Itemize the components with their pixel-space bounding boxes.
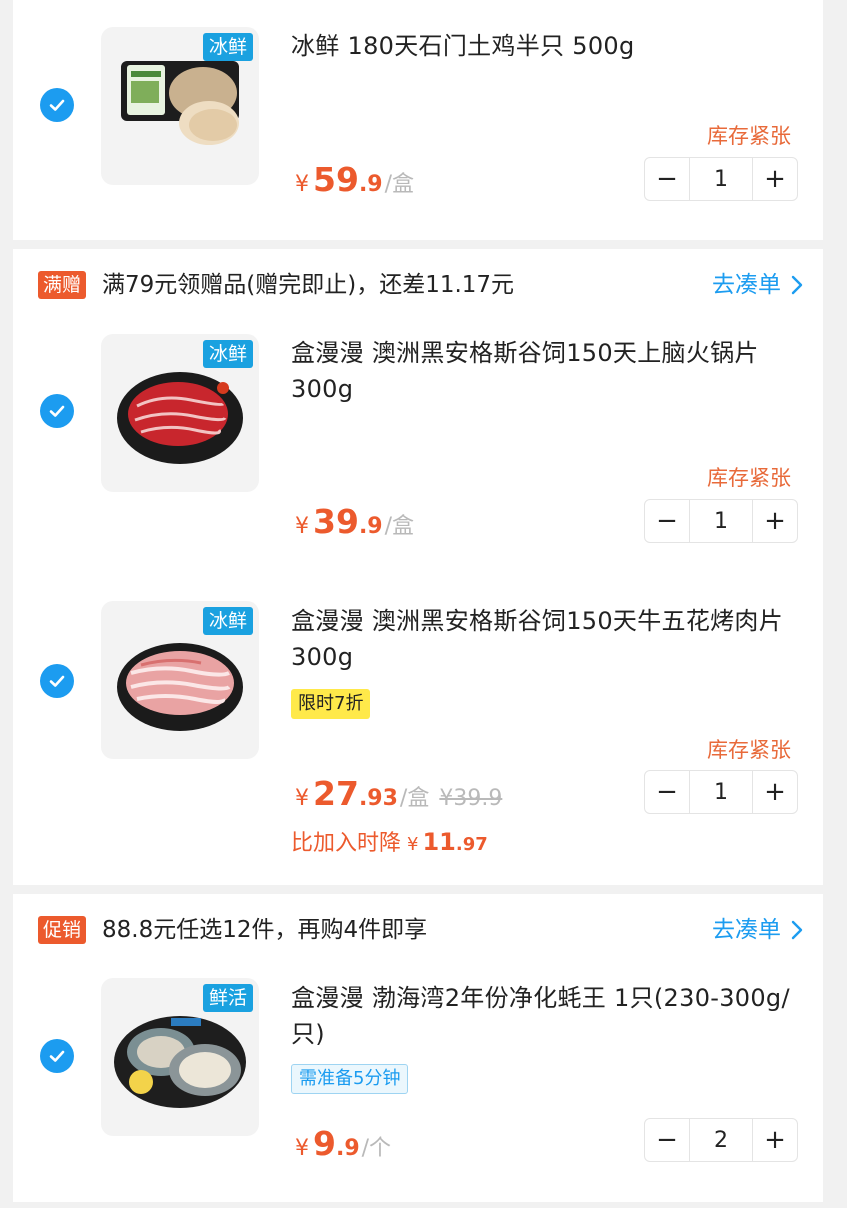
product-image-beef-hotpot[interactable]: 冰鲜 [101,334,259,492]
promo-row-bundle: 促销 88.8元任选12件，再购4件即享 去凑单 [13,910,823,950]
item-checkbox[interactable] [40,664,74,698]
discount-badge: 限时7折 [291,689,371,719]
item-checkbox[interactable] [40,394,74,428]
increase-button[interactable]: + [753,771,797,813]
quantity-value[interactable]: 1 [689,771,753,813]
product-image-chicken[interactable]: 冰鲜 [101,27,259,185]
check-icon [49,405,65,417]
price-unit: /盒 [384,172,415,197]
decrease-button[interactable]: − [645,1119,689,1161]
product-title[interactable]: 冰鲜 180天石门土鸡半只 500g [291,28,816,64]
quantity-value[interactable]: 1 [689,158,753,200]
add-more-link[interactable]: 去凑单 [712,914,803,946]
price: ¥ 9 .9 /个 [295,1124,391,1163]
stock-warning: 库存紧张 [707,124,791,148]
chevron-right-icon [791,275,803,295]
add-more-label: 去凑单 [712,917,781,943]
fresh-tag: 冰鲜 [202,33,253,61]
currency-symbol: ¥ [295,1136,309,1161]
promo-badge: 满赠 [38,271,87,299]
quantity-stepper: − 1 + [644,499,798,543]
decrease-button[interactable]: − [645,158,689,200]
price-drop-label: 比加入时降 [291,831,402,856]
fresh-tag: 鲜活 [202,984,253,1012]
product-image-oyster[interactable]: 鲜活 [101,978,259,1136]
cart-card-2: 满赠 满79元领赠品(赠完即止)，还差11.17元 去凑单 冰鲜 盒漫漫 澳洲黑… [13,249,823,885]
prep-time-badge: 需准备5分钟 [291,1064,409,1094]
price-drop-integer: 11 [422,828,456,856]
price-integer: 27 [313,774,359,813]
price-decimal: .93 [358,786,398,811]
stock-warning: 库存紧张 [707,738,791,762]
item-checkbox[interactable] [40,1039,74,1073]
fresh-tag: 冰鲜 [202,607,253,635]
stock-warning: 库存紧张 [707,466,791,490]
currency-symbol: ¥ [295,172,309,197]
promo-text: 满79元领赠品(赠完即止)，还差11.17元 [102,272,515,298]
price: ¥ 59 .9 /盒 [295,160,414,199]
price-unit: /盒 [399,786,430,811]
increase-button[interactable]: + [753,158,797,200]
product-image-beef-bbq[interactable]: 冰鲜 [101,601,259,759]
price-decimal: .9 [358,172,383,197]
quantity-stepper: − 1 + [644,770,798,814]
price: ¥ 39 .9 /盒 [295,502,414,541]
check-icon [49,1050,65,1062]
quantity-value[interactable]: 1 [689,500,753,542]
increase-button[interactable]: + [753,500,797,542]
price-drop-decimal: .97 [455,834,488,855]
decrease-button[interactable]: − [645,500,689,542]
product-title[interactable]: 盒漫漫 渤海湾2年份净化蚝王 1只(230-300g/只) [291,980,816,1052]
original-price: ¥39.9 [439,786,503,811]
check-icon [49,99,65,111]
currency-symbol: ¥ [295,514,309,539]
promo-text: 88.8元任选12件，再购4件即享 [102,917,428,943]
quantity-stepper: − 2 + [644,1118,798,1162]
price-unit: /个 [361,1136,392,1161]
price-integer: 39 [313,502,359,541]
price-integer: 59 [313,160,359,199]
price-drop-note: 比加入时降 ¥ 11 .97 [291,825,488,857]
currency-symbol: ¥ [295,786,309,811]
price-decimal: .9 [335,1136,360,1161]
product-title[interactable]: 盒漫漫 澳洲黑安格斯谷饲150天牛五花烤肉片 300g [291,603,816,675]
add-more-label: 去凑单 [712,272,781,298]
item-checkbox[interactable] [40,88,74,122]
price-drop-currency: ¥ [407,834,419,855]
promo-row-gift: 满赠 满79元领赠品(赠完即止)，还差11.17元 去凑单 [13,265,823,305]
cart-card-3: 促销 88.8元任选12件，再购4件即享 去凑单 鲜活 盒漫漫 渤海湾2年份净化… [13,894,823,1202]
fresh-tag: 冰鲜 [202,340,253,368]
price: ¥ 27 .93 /盒 ¥39.9 [295,774,502,813]
quantity-value[interactable]: 2 [689,1119,753,1161]
check-icon [49,675,65,687]
promo-badge: 促销 [38,916,87,944]
price-unit: /盒 [384,514,415,539]
price-integer: 9 [313,1124,336,1163]
add-more-link[interactable]: 去凑单 [712,269,803,301]
chevron-right-icon [791,920,803,940]
decrease-button[interactable]: − [645,771,689,813]
quantity-stepper: − 1 + [644,157,798,201]
increase-button[interactable]: + [753,1119,797,1161]
product-title[interactable]: 盒漫漫 澳洲黑安格斯谷饲150天上脑火锅片300g [291,335,816,407]
price-decimal: .9 [358,514,383,539]
cart-card-1: 冰鲜 冰鲜 180天石门土鸡半只 500g 库存紧张 ¥ 59 .9 /盒 − … [13,0,823,240]
